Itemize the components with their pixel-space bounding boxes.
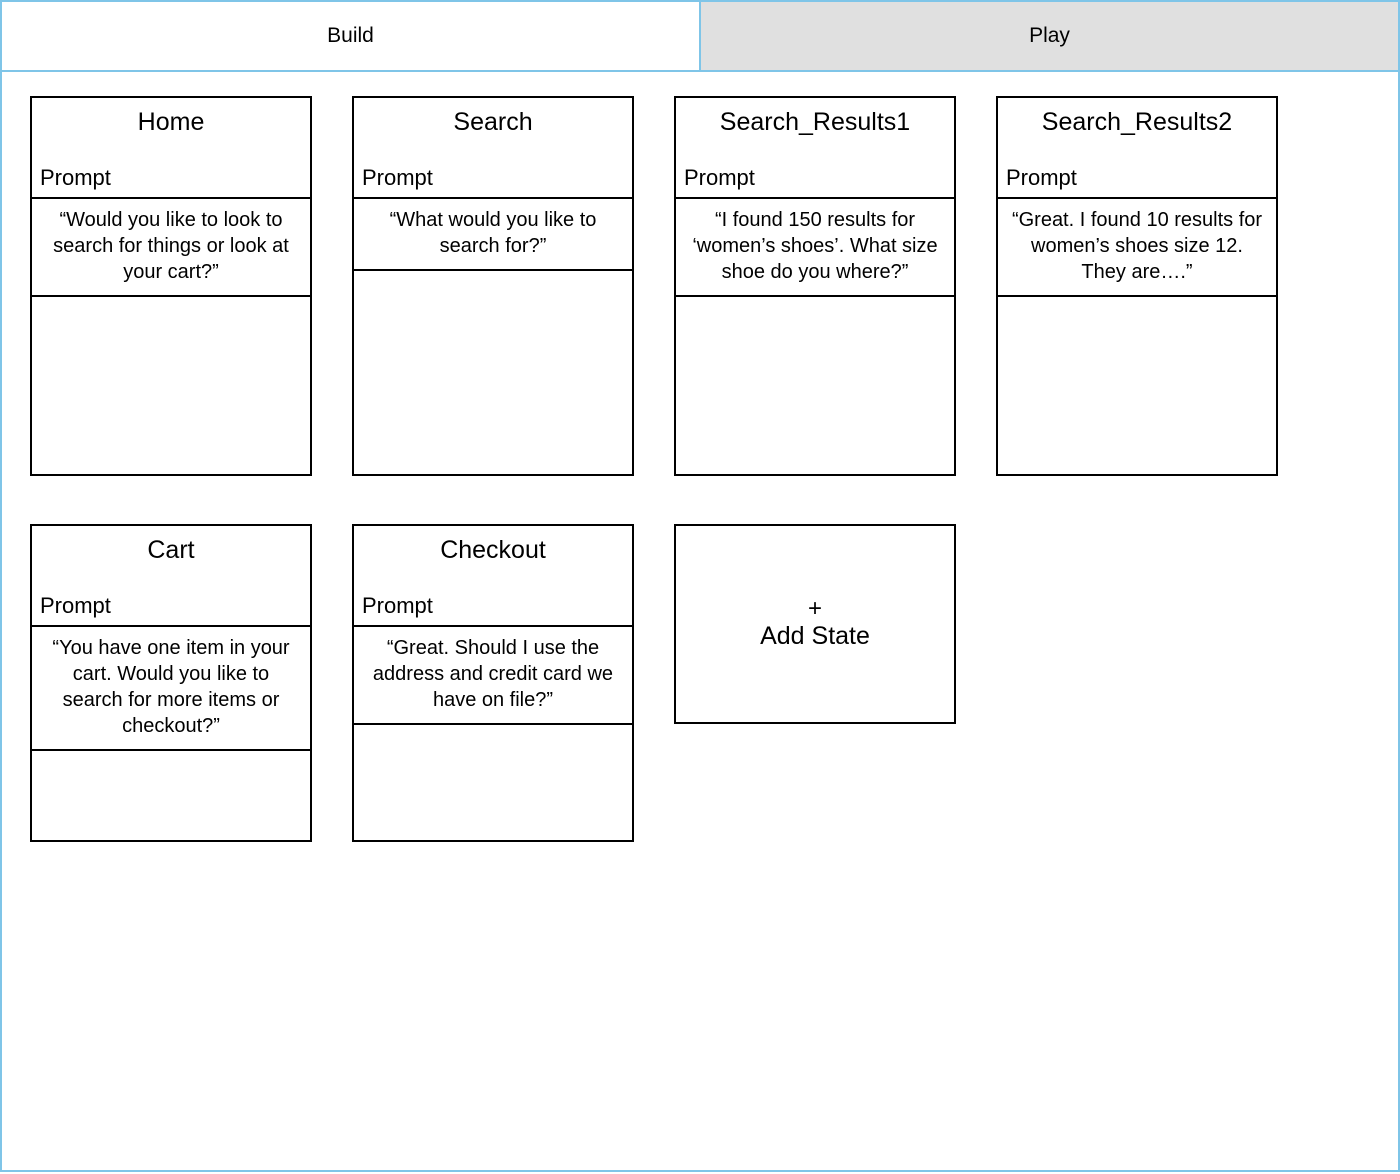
state-title: Search_Results2 (998, 98, 1276, 143)
plus-icon: + (808, 597, 822, 621)
state-card-home[interactable]: Home Prompt “Would you like to look to s… (30, 96, 312, 476)
state-prompt-text: “Would you like to look to search for th… (32, 199, 310, 297)
state-prompt-label: Prompt (998, 161, 1276, 199)
state-prompt-text: “Great. Should I use the address and cre… (354, 627, 632, 725)
state-card-search[interactable]: Search Prompt “What would you like to se… (352, 96, 634, 476)
state-prompt-text: “What would you like to search for?” (354, 199, 632, 271)
state-prompt-text: “Great. I found 10 results for women’s s… (998, 199, 1276, 297)
state-title: Search (354, 98, 632, 143)
state-prompt-label: Prompt (32, 161, 310, 199)
state-body (354, 725, 632, 840)
state-body (354, 271, 632, 474)
state-prompt-label: Prompt (354, 589, 632, 627)
state-card-cart[interactable]: Cart Prompt “You have one item in your c… (30, 524, 312, 842)
state-body (998, 297, 1276, 474)
state-card-checkout[interactable]: Checkout Prompt “Great. Should I use the… (352, 524, 634, 842)
state-canvas: Home Prompt “Would you like to look to s… (0, 72, 1400, 1172)
state-title: Checkout (354, 526, 632, 571)
state-prompt-label: Prompt (354, 161, 632, 199)
state-prompt-label: Prompt (676, 161, 954, 199)
state-body (32, 751, 310, 840)
tab-bar: Build Play (0, 0, 1400, 72)
state-card-search-results2[interactable]: Search_Results2 Prompt “Great. I found 1… (996, 96, 1278, 476)
state-prompt-label: Prompt (32, 589, 310, 627)
tab-build[interactable]: Build (2, 2, 701, 70)
state-body (32, 297, 310, 474)
state-title: Search_Results1 (676, 98, 954, 143)
add-state-label: Add State (760, 621, 870, 651)
state-card-search-results1[interactable]: Search_Results1 Prompt “I found 150 resu… (674, 96, 956, 476)
state-prompt-text: “You have one item in your cart. Would y… (32, 627, 310, 751)
state-title: Home (32, 98, 310, 143)
add-state-button[interactable]: + Add State (674, 524, 956, 724)
tab-play[interactable]: Play (701, 2, 1398, 70)
state-body (676, 297, 954, 474)
state-prompt-text: “I found 150 results for ‘women’s shoes’… (676, 199, 954, 297)
state-title: Cart (32, 526, 310, 571)
